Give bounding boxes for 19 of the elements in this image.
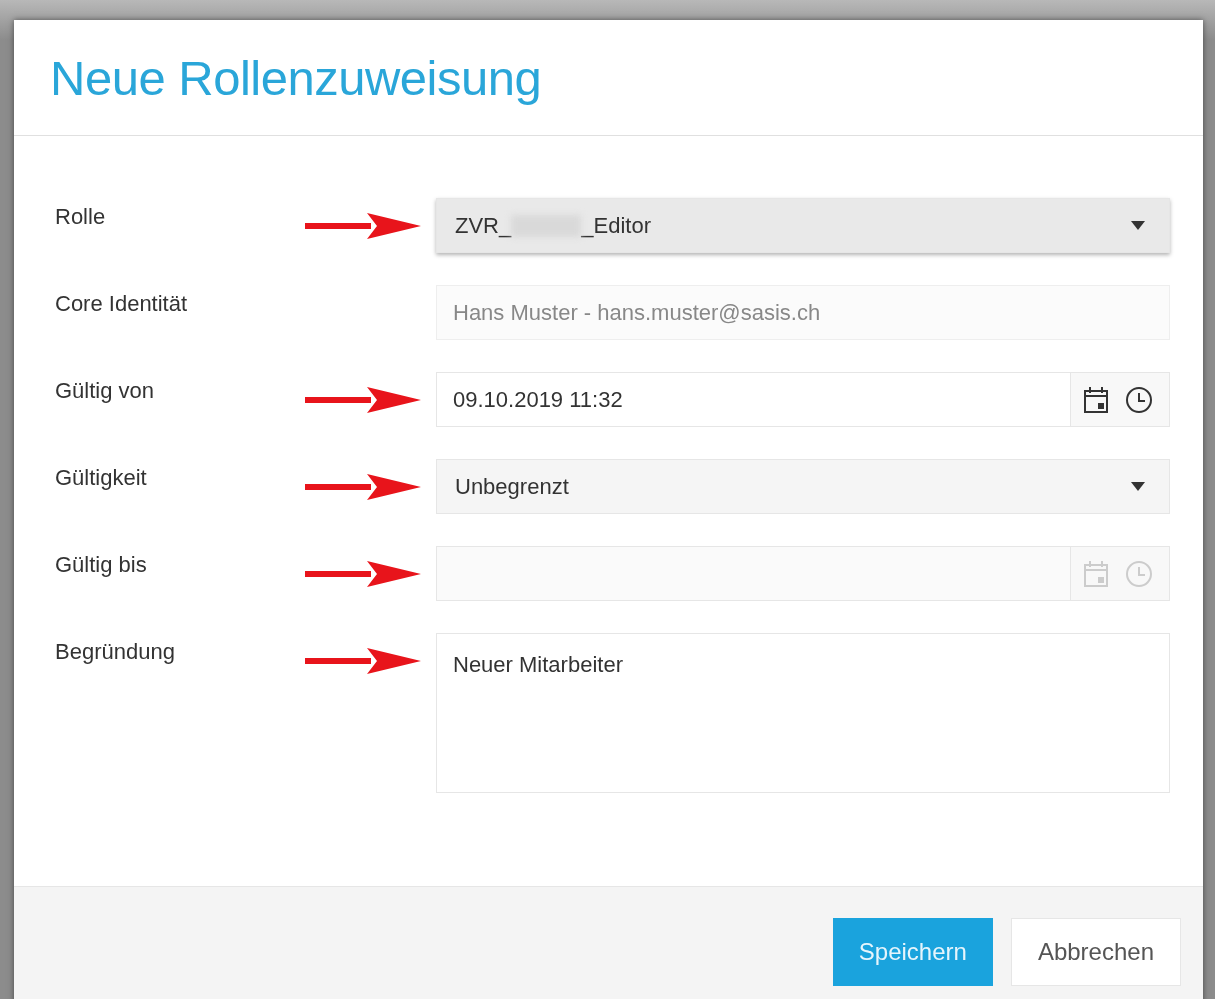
dropdown[interactable]: ZVR_ _Editor [436, 198, 1170, 253]
field-label: Core Identität [55, 290, 189, 317]
caret-icon [1131, 221, 1145, 230]
cancel-button[interactable]: Abbrechen [1010, 918, 1181, 986]
dialog-title: Neue Rollenzuweisung [50, 49, 542, 106]
clock-icon[interactable] [1125, 385, 1153, 414]
dropdown-value: ZVR_ _Editor [455, 212, 651, 239]
caret-icon [1131, 482, 1145, 491]
date-time-field[interactable]: 09.10.2019 11:32 [436, 372, 1170, 427]
dropdown-value: Unbegrenzt [455, 473, 569, 500]
dropdown[interactable]: Unbegrenzt [436, 459, 1170, 514]
readonly-field: Hans Muster - hans.muster@sasis.ch [436, 285, 1170, 340]
calendar-icon[interactable] [1083, 385, 1109, 414]
field-label: Begründung [55, 638, 176, 665]
field-label: Gültigkeit [55, 464, 148, 491]
reason-textarea[interactable]: Neuer Mitarbeiter [436, 633, 1170, 793]
field-label: Gültig bis [55, 551, 148, 578]
field-label: Gültig von [55, 377, 156, 404]
field-label: Rolle [55, 203, 107, 230]
